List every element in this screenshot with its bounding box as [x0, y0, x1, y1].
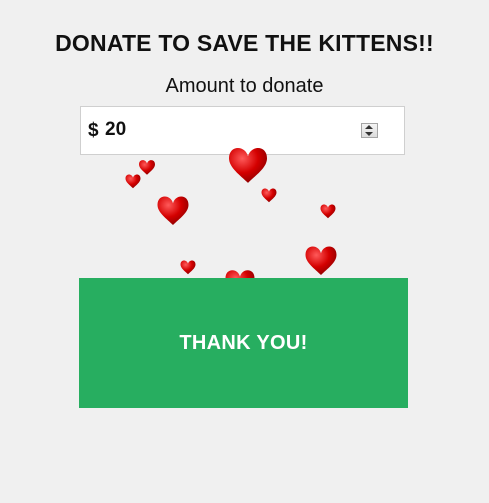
heart-icon: [180, 260, 196, 275]
page-title: DONATE TO SAVE THE KITTENS!!: [55, 30, 434, 56]
thank-you-button[interactable]: THANK YOU!: [79, 278, 408, 408]
heart-icon: [320, 204, 336, 219]
heart-icon: [305, 246, 337, 276]
heart-icon: [261, 188, 277, 203]
spin-down-icon[interactable]: [365, 132, 373, 136]
heart-icon: [139, 160, 155, 175]
amount-spinner[interactable]: [361, 123, 378, 138]
amount-field[interactable]: $: [80, 106, 405, 155]
amount-input[interactable]: [105, 116, 345, 144]
spin-up-icon[interactable]: [365, 125, 373, 129]
heart-icon: [125, 174, 141, 189]
currency-symbol: $: [88, 120, 99, 141]
heart-icon: [157, 196, 189, 226]
amount-label: Amount to donate: [165, 75, 324, 97]
